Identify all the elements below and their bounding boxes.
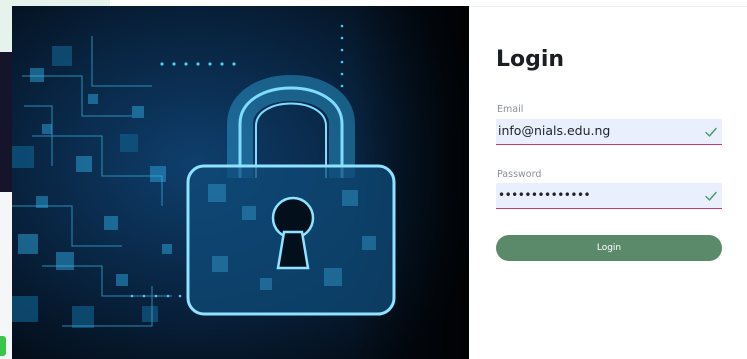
email-label: Email (497, 104, 524, 115)
check-icon (705, 191, 717, 201)
login-title: Login (496, 47, 565, 72)
email-value: info@nials.edu.ng (498, 123, 611, 138)
login-panel: Login Email info@nials.edu.ng Password •… (469, 6, 747, 359)
check-icon (705, 127, 717, 137)
password-field[interactable]: •••••••••••••• (496, 183, 722, 209)
email-field[interactable]: info@nials.edu.ng (496, 119, 722, 145)
login-button[interactable]: Login (496, 235, 722, 261)
padlock-illustration (12, 6, 469, 359)
background-accent-tab (0, 336, 6, 356)
password-label: Password (497, 169, 542, 180)
hero-image (12, 6, 469, 359)
password-value: •••••••••••••• (498, 188, 591, 202)
